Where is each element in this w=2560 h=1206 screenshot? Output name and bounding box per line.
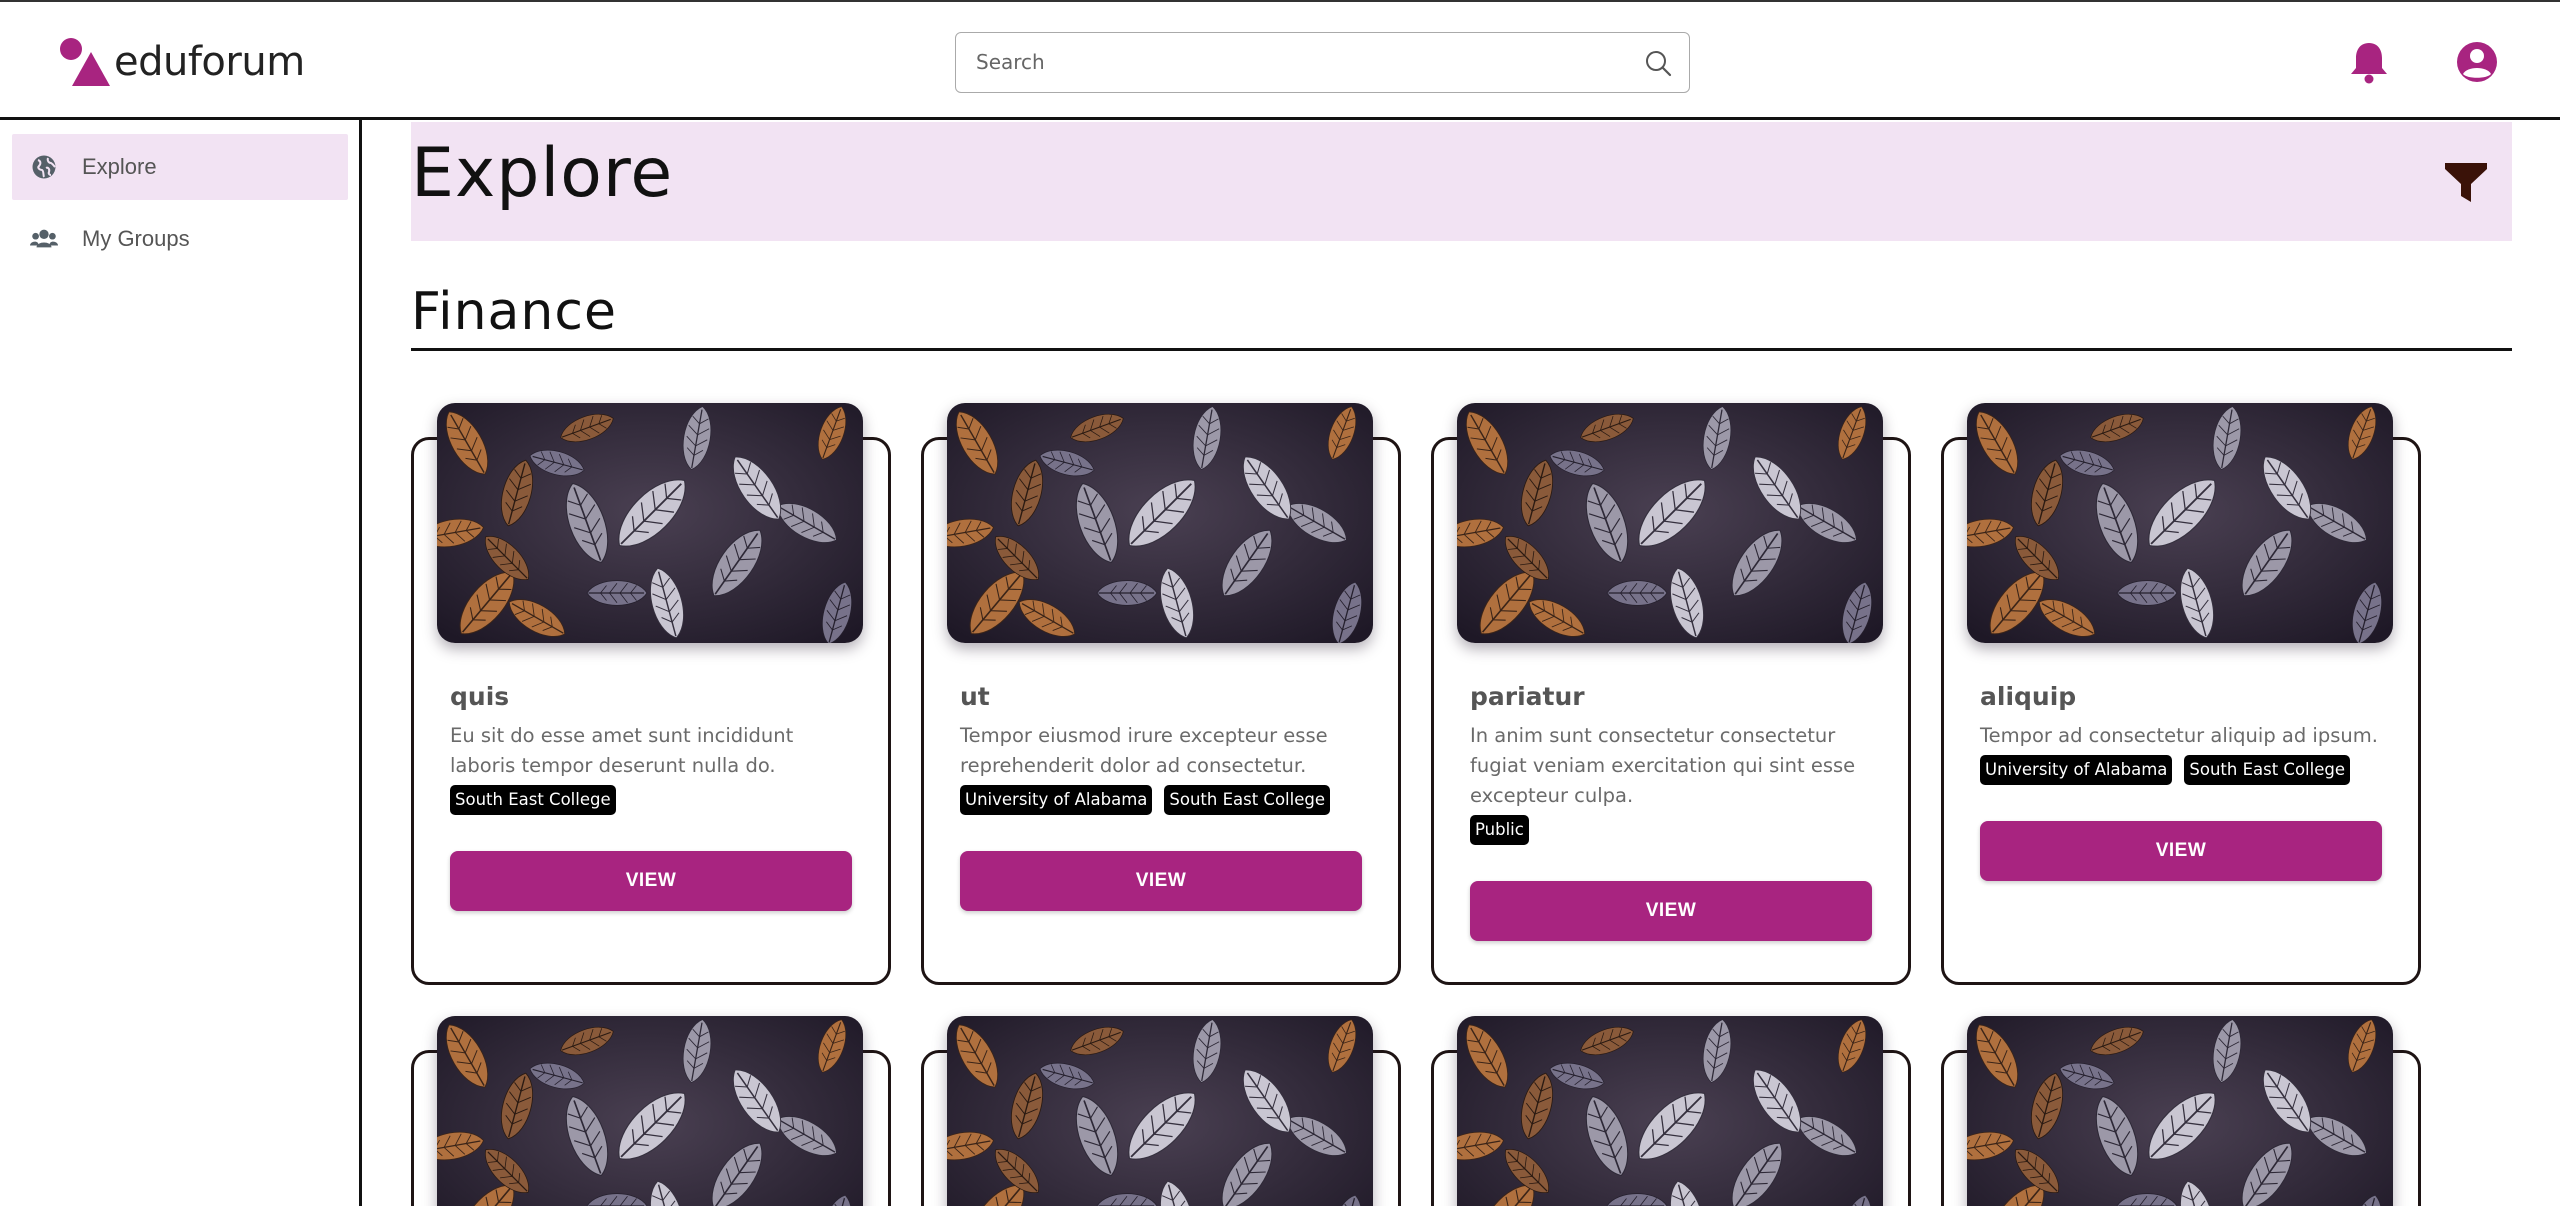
page-banner: Explore <box>411 122 2512 241</box>
card-image <box>947 1016 1373 1206</box>
card-tags: South East College <box>450 785 852 815</box>
globe-icon <box>30 153 58 181</box>
user-avatar-icon[interactable] <box>2455 40 2499 84</box>
tag-badge: Public <box>1470 815 1529 845</box>
card-description: In anim sunt consectetur consectetur fug… <box>1470 724 1856 807</box>
logo-text: eduforum <box>114 39 305 85</box>
view-button[interactable]: VIEW <box>1980 821 2382 881</box>
sidebar-item-label: My Groups <box>82 226 190 251</box>
card-description: Tempor eiusmod irure excepteur esse repr… <box>960 724 1328 777</box>
card-title: quis <box>450 682 510 711</box>
sidebar: Explore My Groups <box>0 120 362 1206</box>
view-button[interactable]: VIEW <box>1470 881 1872 941</box>
card-image <box>1457 1016 1883 1206</box>
bell-icon[interactable] <box>2348 40 2390 84</box>
sidebar-item-label: Explore <box>82 154 157 179</box>
card-image <box>437 1016 863 1206</box>
tag-badge: South East College <box>450 785 616 815</box>
search-box[interactable] <box>955 32 1690 93</box>
card-description: Tempor ad consectetur aliquip ad ipsum. <box>1980 724 2378 747</box>
search-icon[interactable] <box>1643 48 1673 78</box>
card-title: aliquip <box>1980 682 2077 711</box>
logo-icon <box>58 38 110 86</box>
view-button[interactable]: VIEW <box>960 851 1362 911</box>
card-image <box>437 403 863 643</box>
card-title: ut <box>960 682 990 711</box>
users-icon <box>30 225 58 253</box>
card-tags: Public <box>1470 815 1872 845</box>
view-button[interactable]: VIEW <box>450 851 852 911</box>
card-description: Eu sit do esse amet sunt incididunt labo… <box>450 724 794 777</box>
section-divider <box>411 348 2512 351</box>
card-body: ut Tempor eiusmod irure excepteur esse r… <box>960 682 1362 911</box>
tag-badge: University of Alabama <box>960 785 1153 815</box>
eduforum-logo[interactable]: eduforum <box>58 38 305 86</box>
section-title: Finance <box>411 282 617 342</box>
card-body: aliquip Tempor ad consectetur aliquip ad… <box>1980 682 2382 881</box>
card-tags: University of Alabama South East College <box>1980 755 2382 785</box>
tag-badge: University of Alabama <box>1980 755 2173 785</box>
sidebar-item-explore[interactable]: Explore <box>12 134 348 200</box>
card-image <box>947 403 1373 643</box>
search-input[interactable] <box>976 33 1616 91</box>
tag-badge: South East College <box>1164 785 1330 815</box>
tag-badge: South East College <box>2184 755 2350 785</box>
card-body: pariatur In anim sunt consectetur consec… <box>1470 682 1872 941</box>
top-bar: eduforum <box>0 0 2560 120</box>
card-image <box>1967 403 2393 643</box>
sidebar-item-my-groups[interactable]: My Groups <box>12 206 348 272</box>
card-body: quis Eu sit do esse amet sunt incididunt… <box>450 682 852 911</box>
card-image <box>1457 403 1883 643</box>
filter-icon[interactable] <box>2444 160 2488 204</box>
card-title: pariatur <box>1470 682 1585 711</box>
page-title: Explore <box>411 134 674 213</box>
card-tags: University of Alabama South East College <box>960 785 1362 815</box>
card-image <box>1967 1016 2393 1206</box>
